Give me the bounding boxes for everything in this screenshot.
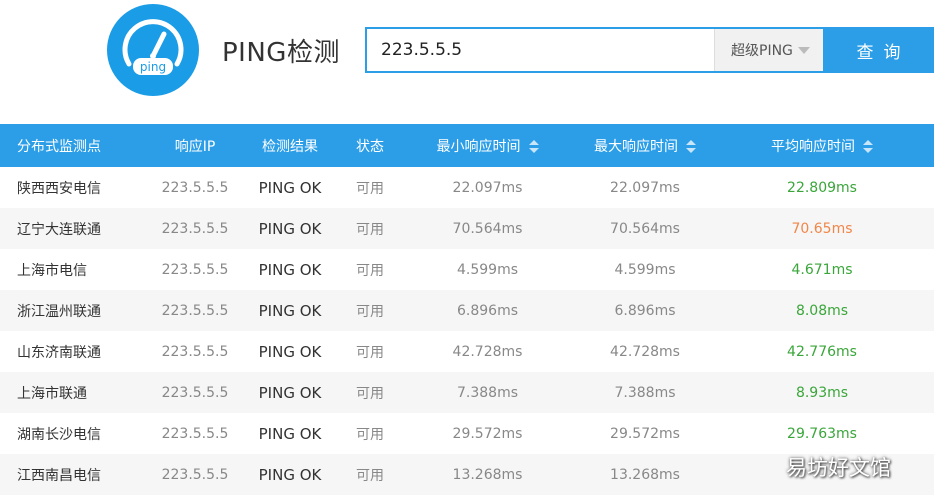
cell-max-time: 29.572ms [610, 425, 680, 442]
cell-min-time: 6.896ms [395, 290, 580, 331]
cell-min-time: 70.564ms [395, 208, 580, 249]
logo-text: ping [140, 60, 166, 74]
cell-ip: 223.5.5.5 [161, 179, 229, 196]
query-button[interactable]: 查询 [823, 27, 934, 73]
cell-location: 江西南昌电信 [0, 454, 155, 495]
page-title: PING检测 [222, 38, 340, 68]
col-avg-time[interactable]: 平均响应时间 [710, 124, 934, 167]
cell-min-time: 42.728ms [452, 343, 523, 360]
cell-ip: 223.5.5.5 [155, 454, 235, 495]
col-status: 状态 [345, 124, 395, 167]
cell-status: 可用 [345, 290, 395, 331]
table-row: 上海市联通 223.5.5.5 PING OK 可用 7.388ms 7.388ms 8.9… [0, 372, 934, 413]
cell-result: PING OK [258, 342, 322, 361]
cell-max-time: 7.388ms [580, 372, 710, 413]
cell-avg-time: 29.763ms [787, 425, 857, 442]
col-location: 分布式监测点 [0, 124, 155, 167]
table-row: 上海市电信 223.5.5.5 PING OK 可用 4.599ms 4.599ms 4.6… [0, 249, 934, 290]
cell-result: PING OK [258, 178, 322, 197]
col-ip: 响应IP [155, 124, 235, 167]
mode-select-label: 超级PING [731, 43, 793, 59]
cell-avg-time: 22.809ms [787, 179, 857, 196]
speedometer-logo-icon: ping [107, 4, 199, 96]
watermark: 易坊好文馆 [786, 456, 891, 480]
cell-location: 陕西西安电信 [17, 180, 101, 197]
search-input[interactable] [367, 29, 713, 71]
table-row: 陕西西安电信 223.5.5.5 PING OK 可用 22.097ms 22.097ms… [0, 167, 934, 208]
mode-select[interactable]: 超级PING [714, 29, 823, 71]
cell-location: 上海市联通 [0, 372, 155, 413]
cell-status: 可用 [345, 454, 395, 495]
cell-max-time: 70.564ms [580, 208, 710, 249]
cell-max-time: 4.599ms [614, 261, 676, 278]
cell-status: 可用 [356, 426, 384, 443]
cell-ip: 223.5.5.5 [155, 290, 235, 331]
cell-result: PING OK [235, 208, 345, 249]
caret-down-icon [798, 47, 810, 54]
ping-results-table: 分布式监测点 响应IP 检测结果 状态 最小响应时间 最大响应时间 平均响应时间… [0, 124, 934, 495]
cell-ip: 223.5.5.5 [161, 425, 229, 442]
sort-icon[interactable] [686, 139, 696, 154]
cell-ip: 223.5.5.5 [161, 261, 229, 278]
col-result: 检测结果 [235, 124, 345, 167]
cell-result: PING OK [235, 372, 345, 413]
cell-max-time: 22.097ms [610, 179, 680, 196]
cell-result: PING OK [235, 290, 345, 331]
cell-avg-time: 42.776ms [787, 343, 857, 360]
cell-max-time: 13.268ms [580, 454, 710, 495]
table-header-row: 分布式监测点 响应IP 检测结果 状态 最小响应时间 最大响应时间 平均响应时间 [0, 124, 934, 167]
table-row: 辽宁大连联通 223.5.5.5 PING OK 可用 70.564ms 70.564ms… [0, 208, 934, 249]
sort-icon[interactable] [863, 139, 873, 154]
header: ping PING检测 超级PING 查询 [0, 0, 934, 124]
cell-max-time: 42.728ms [610, 343, 680, 360]
cell-avg-time: 8.93ms [710, 372, 934, 413]
cell-avg-time: 4.671ms [791, 261, 853, 278]
table-row: 山东济南联通 223.5.5.5 PING OK 可用 42.728ms 42.728ms… [0, 331, 934, 372]
cell-min-time: 13.268ms [395, 454, 580, 495]
cell-status: 可用 [345, 208, 395, 249]
cell-min-time: 29.572ms [452, 425, 523, 442]
cell-ip: 223.5.5.5 [155, 372, 235, 413]
cell-min-time: 22.097ms [452, 179, 523, 196]
cell-avg-time: 70.65ms [710, 208, 934, 249]
col-max-time[interactable]: 最大响应时间 [580, 124, 710, 167]
cell-status: 可用 [356, 180, 384, 197]
col-min-time[interactable]: 最小响应时间 [395, 124, 580, 167]
cell-ip: 223.5.5.5 [161, 343, 229, 360]
cell-min-time: 7.388ms [395, 372, 580, 413]
cell-location: 辽宁大连联通 [0, 208, 155, 249]
search-box: 超级PING [365, 27, 823, 73]
cell-avg-time: 8.08ms [710, 290, 934, 331]
cell-result: PING OK [258, 424, 322, 443]
cell-status: 可用 [356, 262, 384, 279]
cell-result: PING OK [235, 454, 345, 495]
cell-ip: 223.5.5.5 [155, 208, 235, 249]
cell-location: 浙江温州联通 [0, 290, 155, 331]
cell-location: 湖南长沙电信 [17, 426, 101, 443]
cell-max-time: 6.896ms [580, 290, 710, 331]
cell-status: 可用 [345, 372, 395, 413]
cell-location: 上海市电信 [17, 262, 87, 279]
table-row: 浙江温州联通 223.5.5.5 PING OK 可用 6.896ms 6.896ms 8.… [0, 290, 934, 331]
cell-min-time: 4.599ms [456, 261, 518, 278]
table-row: 湖南长沙电信 223.5.5.5 PING OK 可用 29.572ms 29.572ms… [0, 413, 934, 454]
cell-location: 山东济南联通 [17, 344, 101, 361]
sort-icon[interactable] [528, 139, 539, 154]
cell-result: PING OK [258, 260, 322, 279]
cell-status: 可用 [356, 344, 384, 361]
